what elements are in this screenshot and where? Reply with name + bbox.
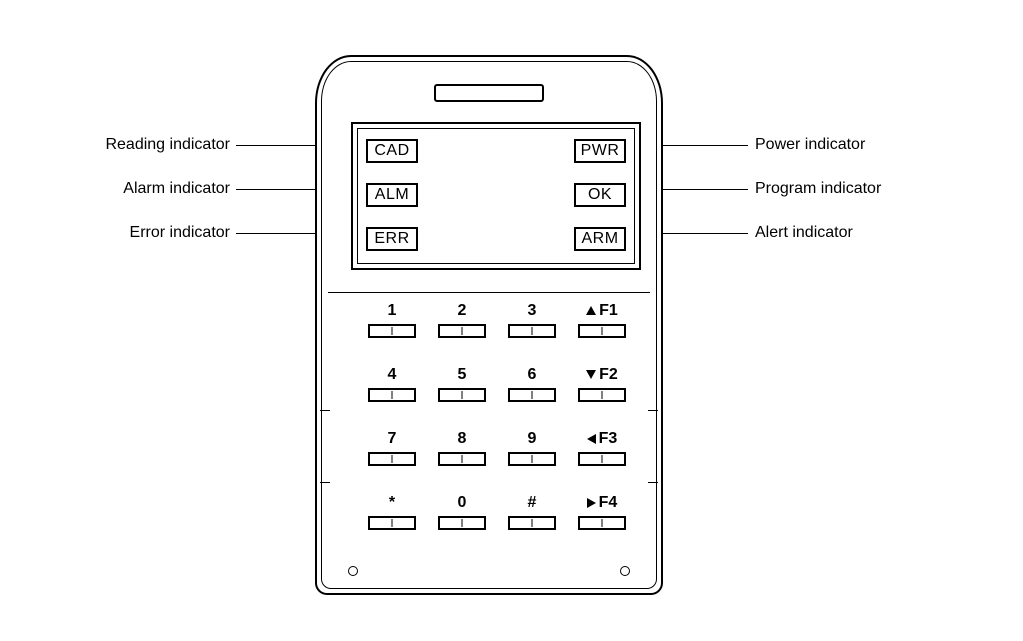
screw-hole-icon <box>348 566 358 576</box>
keypad-row: 1 2 3 F1 <box>368 302 630 338</box>
device-display-inner: CAD ALM ERR PWR OK ARM <box>357 128 635 264</box>
label-alert-indicator: Alert indicator <box>755 224 853 242</box>
key-button <box>578 452 626 466</box>
keypad: 1 2 3 F1 <box>368 302 630 530</box>
arrow-left-icon <box>587 434 596 444</box>
key-label: * <box>389 494 395 512</box>
label-power-indicator: Power indicator <box>755 136 865 154</box>
key-2[interactable]: 2 <box>438 302 486 338</box>
key-f3[interactable]: F3 <box>578 430 626 466</box>
key-f1[interactable]: F1 <box>578 302 626 338</box>
key-6[interactable]: 6 <box>508 366 556 402</box>
label-alarm-indicator: Alarm indicator <box>90 180 230 198</box>
arrow-up-icon <box>586 306 596 315</box>
key-button <box>438 388 486 402</box>
key-label-text: F4 <box>599 494 618 511</box>
arrow-down-icon <box>586 370 596 379</box>
device-cover-split <box>328 292 650 293</box>
key-label: 9 <box>528 430 537 448</box>
label-program-indicator: Program indicator <box>755 180 881 198</box>
keypad-row: 7 8 9 F3 <box>368 430 630 466</box>
indicator-arm: ARM <box>574 227 626 251</box>
indicator-err: ERR <box>366 227 418 251</box>
key-0[interactable]: 0 <box>438 494 486 530</box>
key-label: 8 <box>458 430 467 448</box>
key-label: 4 <box>388 366 397 384</box>
key-button <box>508 324 556 338</box>
device-body: CAD ALM ERR PWR OK ARM 1 <box>315 55 663 595</box>
key-button <box>578 388 626 402</box>
key-button <box>368 324 416 338</box>
indicator-alm: ALM <box>366 183 418 207</box>
key-7[interactable]: 7 <box>368 430 416 466</box>
key-8[interactable]: 8 <box>438 430 486 466</box>
key-button <box>438 324 486 338</box>
device-top-slot <box>434 84 544 102</box>
screw-hole-icon <box>620 566 630 576</box>
indicator-cad: CAD <box>366 139 418 163</box>
key-3[interactable]: 3 <box>508 302 556 338</box>
diagram-stage: Reading indicator Alarm indicator Error … <box>0 0 1023 641</box>
device-inner-shell: CAD ALM ERR PWR OK ARM 1 <box>321 61 657 589</box>
key-label: F4 <box>587 494 618 512</box>
key-label: 7 <box>388 430 397 448</box>
key-5[interactable]: 5 <box>438 366 486 402</box>
key-label: 0 <box>458 494 467 512</box>
key-label-text: F1 <box>599 302 618 319</box>
indicator-ok: OK <box>574 183 626 207</box>
key-label: F3 <box>587 430 618 448</box>
key-4[interactable]: 4 <box>368 366 416 402</box>
side-tick <box>320 482 330 483</box>
key-label: F1 <box>586 302 618 320</box>
key-button <box>508 516 556 530</box>
indicator-pwr: PWR <box>574 139 626 163</box>
key-1[interactable]: 1 <box>368 302 416 338</box>
key-button <box>508 452 556 466</box>
key-label-text: F2 <box>599 366 618 383</box>
key-button <box>368 452 416 466</box>
key-label: 5 <box>458 366 467 384</box>
key-button <box>578 324 626 338</box>
key-f2[interactable]: F2 <box>578 366 626 402</box>
key-label: 2 <box>458 302 467 320</box>
arrow-right-icon <box>587 498 596 508</box>
device-display: CAD ALM ERR PWR OK ARM <box>351 122 641 270</box>
side-tick <box>320 410 330 411</box>
key-label: 6 <box>528 366 537 384</box>
key-button <box>438 452 486 466</box>
side-tick <box>648 482 658 483</box>
side-tick <box>648 410 658 411</box>
key-button <box>508 388 556 402</box>
key-label: F2 <box>586 366 618 384</box>
key-9[interactable]: 9 <box>508 430 556 466</box>
key-button <box>368 388 416 402</box>
keypad-row: 4 5 6 F2 <box>368 366 630 402</box>
key-hash[interactable]: # <box>508 494 556 530</box>
key-f4[interactable]: F4 <box>578 494 626 530</box>
key-button <box>368 516 416 530</box>
key-label-text: F3 <box>599 430 618 447</box>
label-error-indicator: Error indicator <box>90 224 230 242</box>
key-button <box>438 516 486 530</box>
key-label: # <box>528 494 537 512</box>
label-reading-indicator: Reading indicator <box>90 136 230 154</box>
key-star[interactable]: * <box>368 494 416 530</box>
keypad-row: * 0 # F4 <box>368 494 630 530</box>
key-label: 3 <box>528 302 537 320</box>
key-button <box>578 516 626 530</box>
key-label: 1 <box>388 302 397 320</box>
